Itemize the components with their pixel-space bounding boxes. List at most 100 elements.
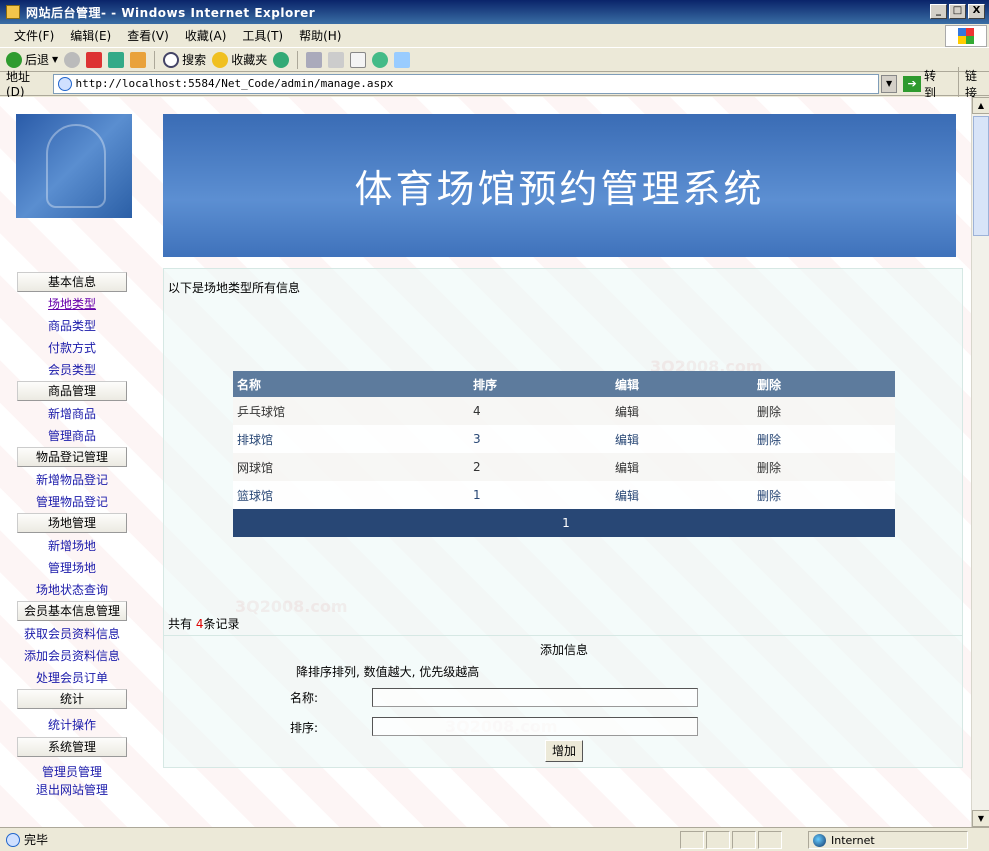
edit-link[interactable]: 编辑 xyxy=(611,453,753,481)
zone-label: Internet xyxy=(831,833,875,847)
maximize-button[interactable]: □ xyxy=(949,4,966,19)
table-row: 排球馆 3 编辑 删除 xyxy=(233,425,895,453)
menu-view[interactable]: 查看(V) xyxy=(119,27,177,44)
order-label: 排序: xyxy=(290,721,319,735)
nav-manage-item-registration[interactable]: 管理物品登记 xyxy=(36,493,108,510)
status-bar: 完毕 Internet xyxy=(0,827,989,851)
ie-app-icon xyxy=(6,5,20,19)
nav-manage-product[interactable]: 管理商品 xyxy=(48,427,96,444)
table-row: 网球馆 2 编辑 删除 xyxy=(233,453,895,481)
nav-add-product[interactable]: 新增商品 xyxy=(48,405,96,422)
nav-group-products: 商品管理 xyxy=(17,381,127,401)
delete-link[interactable]: 删除 xyxy=(753,425,895,453)
system-title: 体育场馆预约管理系统 xyxy=(354,167,765,211)
favorites-label: 收藏夹 xyxy=(231,53,268,67)
delete-link[interactable]: 删除 xyxy=(753,453,895,481)
edit-icon[interactable] xyxy=(350,51,367,68)
go-button[interactable]: ➔ 转到 xyxy=(903,67,948,101)
menu-edit[interactable]: 编辑(E) xyxy=(62,27,119,44)
nav-group-statistics: 统计 xyxy=(17,689,127,709)
record-suffix: 条记录 xyxy=(203,617,240,631)
chevron-down-icon[interactable]: ▼ xyxy=(52,55,58,64)
nav-group-item-registration: 物品登记管理 xyxy=(17,447,127,467)
status-pane xyxy=(680,831,704,849)
window-title: 网站后台管理- - Windows Internet Explorer xyxy=(26,5,316,20)
address-dropdown-button[interactable]: ▼ xyxy=(881,74,898,93)
name-label: 名称: xyxy=(290,691,319,705)
stop-icon[interactable] xyxy=(86,51,103,68)
edit-link[interactable]: 编辑 xyxy=(611,397,753,425)
minimize-button[interactable]: _ xyxy=(930,4,947,19)
cell-name: 篮球馆 xyxy=(233,481,469,509)
add-form-note: 降排序排列, 数值越大, 优先级越高 xyxy=(296,665,480,679)
edit-link[interactable]: 编辑 xyxy=(611,481,753,509)
nav-member-orders[interactable]: 处理会员订单 xyxy=(36,669,108,686)
record-count: 共有 4条记录 xyxy=(168,615,240,632)
menu-tools[interactable]: 工具(T) xyxy=(234,27,291,44)
menu-help[interactable]: 帮助(H) xyxy=(291,27,349,44)
status-pane xyxy=(706,831,730,849)
edit-link[interactable]: 编辑 xyxy=(611,425,753,453)
table-row: 乒乓球馆 4 编辑 删除 xyxy=(233,397,895,425)
delete-link[interactable]: 删除 xyxy=(753,481,895,509)
nav-group-members: 会员基本信息管理 xyxy=(17,601,127,621)
nav-add-venue[interactable]: 新增场地 xyxy=(48,537,96,554)
nav-venue-type[interactable]: 场地类型 xyxy=(48,295,96,312)
page-done-icon xyxy=(6,832,20,847)
nav-member-type[interactable]: 会员类型 xyxy=(48,361,96,378)
nav-admin-management[interactable]: 管理员管理 xyxy=(42,763,102,780)
back-label: 后退 xyxy=(25,53,50,67)
order-input[interactable] xyxy=(372,717,698,736)
nav-add-member-info[interactable]: 添加会员资料信息 xyxy=(24,647,120,664)
nav-get-member-info[interactable]: 获取会员资料信息 xyxy=(24,625,120,642)
scroll-up-arrow-icon[interactable]: ▲ xyxy=(972,97,989,114)
forward-arrow-icon[interactable] xyxy=(64,51,81,68)
globe-icon xyxy=(813,833,826,847)
add-form-title: 添加信息 xyxy=(540,643,589,657)
cell-name: 排球馆 xyxy=(233,425,469,453)
print-icon[interactable] xyxy=(328,51,345,68)
search-button[interactable]: 搜索 xyxy=(163,51,206,68)
messenger-icon[interactable] xyxy=(372,51,389,68)
go-label: 转到 xyxy=(924,68,937,100)
nav-product-type[interactable]: 商品类型 xyxy=(48,317,96,334)
toolbar-divider xyxy=(154,50,156,69)
menu-file[interactable]: 文件(F) xyxy=(6,27,62,44)
close-button[interactable]: X xyxy=(968,4,985,19)
name-input[interactable] xyxy=(372,688,698,707)
cell-order: 2 xyxy=(469,453,611,481)
site-logo xyxy=(16,114,132,218)
delete-link[interactable]: 删除 xyxy=(753,397,895,425)
nav-manage-venue[interactable]: 管理场地 xyxy=(48,559,96,576)
nav-payment-method[interactable]: 付款方式 xyxy=(48,339,96,356)
status-pane xyxy=(732,831,756,849)
links-button[interactable]: 链接 xyxy=(958,66,989,101)
nav-group-venues: 场地管理 xyxy=(17,513,127,533)
history-icon[interactable] xyxy=(273,51,290,68)
nav-statistics[interactable]: 统计操作 xyxy=(48,716,96,733)
back-arrow-icon xyxy=(6,51,22,68)
refresh-icon[interactable] xyxy=(108,51,125,68)
security-zone[interactable]: Internet xyxy=(808,831,968,849)
home-icon[interactable] xyxy=(130,51,147,68)
add-button[interactable]: 增加 xyxy=(545,740,583,762)
menu-favorites[interactable]: 收藏(A) xyxy=(177,27,235,44)
nav-add-item-registration[interactable]: 新增物品登记 xyxy=(36,471,108,488)
pager-page-number[interactable]: 1 xyxy=(233,509,895,537)
address-input[interactable]: http://localhost:5584/Net_Code/admin/man… xyxy=(52,73,880,94)
page-icon xyxy=(57,76,72,91)
research-icon[interactable] xyxy=(394,51,411,68)
page-scrollbar[interactable]: ▲ ▼ xyxy=(971,97,989,827)
page-caption: 以下是场地类型所有信息 xyxy=(168,281,301,295)
mail-icon[interactable] xyxy=(306,51,323,68)
nav-venue-status[interactable]: 场地状态查询 xyxy=(36,581,108,598)
menu-bar: 文件(F) 编辑(E) 查看(V) 收藏(A) 工具(T) 帮助(H) xyxy=(0,24,989,48)
scroll-thumb[interactable] xyxy=(973,116,989,236)
status-text: 完毕 xyxy=(24,833,49,847)
cell-order: 3 xyxy=(469,425,611,453)
scroll-down-arrow-icon[interactable]: ▼ xyxy=(972,810,989,827)
back-button[interactable]: 后退 ▼ xyxy=(6,51,58,68)
nav-logout[interactable]: 退出网站管理 xyxy=(36,781,108,798)
favorites-button[interactable]: 收藏夹 xyxy=(212,51,267,68)
venue-type-table: 名称 排序 编辑 删除 乒乓球馆 4 编辑 删除 排球馆 3 编辑 删除 网球馆… xyxy=(233,371,895,537)
